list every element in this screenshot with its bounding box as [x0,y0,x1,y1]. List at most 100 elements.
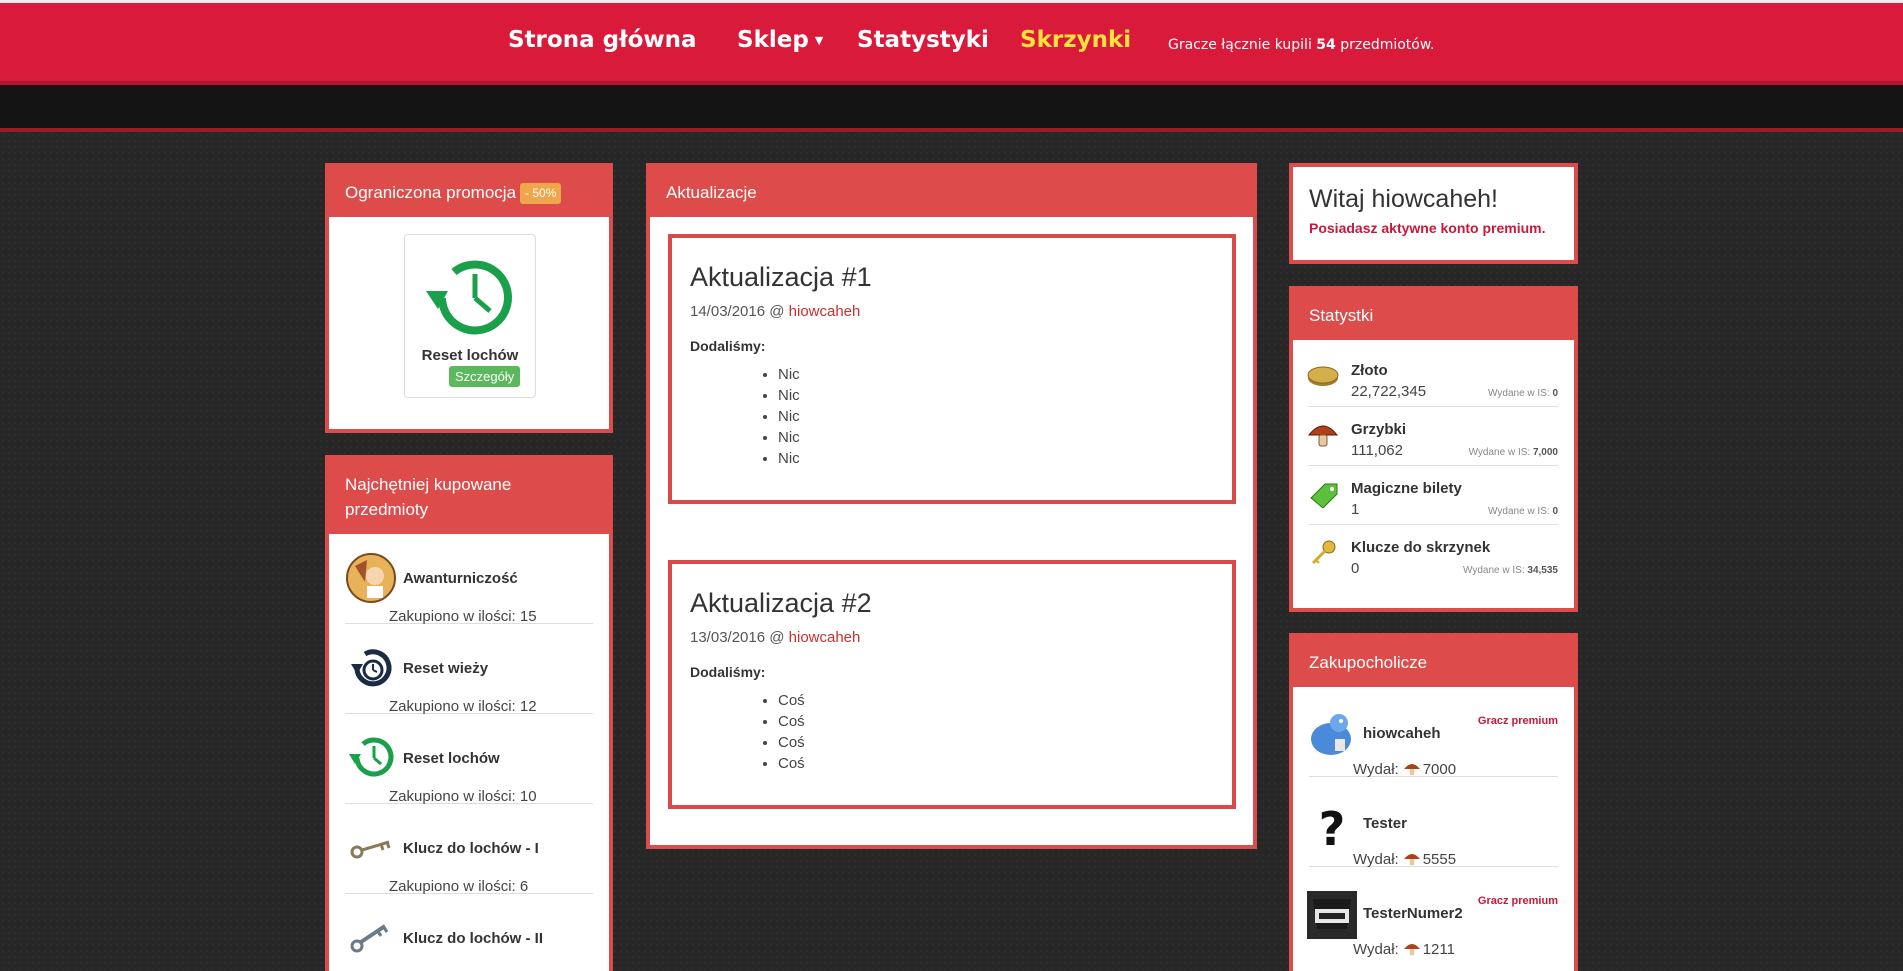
key-icon [350,840,391,859]
promo-title: Ograniczona promocja [345,183,517,202]
update-title: Aktualizacja #1 [690,262,872,292]
list-item[interactable]: Awanturniczość Zakupiono w ilości: 15 [345,534,593,625]
stat-value: 0 [1351,560,1360,577]
update-item: Coś [778,711,1214,732]
premium-badge: Gracz premium [1477,715,1558,727]
promo-panel: Ograniczona promocja - 50% Reset lochów S… [325,163,613,433]
stat-spent-label: Wydane w IS: [1488,506,1550,517]
list-item[interactable]: Reset lochów Zakupiono w ilości: 10 [345,714,593,805]
item-name: Reset lochów [403,750,500,767]
buyer-spent-value: 7000 [1422,761,1457,778]
buyer-spent: Wydał: 1211 [1353,941,1455,958]
update-items: Nic Nic Nic Nic Nic [778,364,1214,469]
mushroom-icon [1403,943,1420,956]
welcome-panel: Witaj hiowcaheh! Posiadasz aktywne konto… [1289,163,1578,264]
premium-status: Posiadasz aktywne konto premium. [1309,220,1546,236]
buyer-spent: Wydał: 7000 [1353,761,1456,778]
item-quantity: Zakupiono w ilości: 12 [389,698,537,715]
nav-stats[interactable]: Statystyki [857,27,989,53]
stats-list: Złoto 22,722,345 Wydane w IS: 0 Grzybki … [1293,340,1574,584]
welcome-title: Witaj hiowcaheh! [1309,185,1498,213]
premium-badge: Gracz premium [1477,895,1558,907]
update-lead: Dodaliśmy: [690,338,766,354]
update-date: 14/03/2016 @ [690,303,785,320]
purchase-count: 54 [1316,37,1336,53]
stat-spent-label: Wydane w IS: [1488,388,1550,399]
stat-spent-label: Wydane w IS: [1468,447,1531,458]
author-link[interactable]: hiowcaheh [789,629,861,646]
update-item: Nic [778,427,1214,448]
buyer-row[interactable]: ? Tester Wydał: 5555 [1309,777,1558,868]
stat-spent: Wydane w IS: 0 [1488,506,1558,517]
key-icon [350,924,389,953]
ticket-icon [1310,483,1338,508]
promo-item-card[interactable]: Reset lochów Szczegóły [404,234,536,398]
promo-header: Ograniczona promocja - 50% [329,167,609,217]
adventurer-icon [346,553,396,603]
list-item[interactable]: Klucz do lochów - I Zakupiono w ilości: … [345,804,593,895]
buyer-spent-value: 1211 [1422,941,1455,958]
item-quantity: Zakupiono w ilości: 10 [389,788,537,805]
stat-name: Klucze do skrzynek [1351,539,1491,556]
header-banner [0,85,1903,132]
sheriff-avatar [1307,891,1357,939]
mushroom-icon [1403,853,1420,866]
stat-name: Magiczne bilety [1351,480,1462,497]
stat-row: Grzybki 111,062 Wydane w IS: 7,000 [1307,407,1558,466]
mushroom-icon [1403,763,1420,776]
update-items: Coś Coś Coś Coś [778,690,1214,774]
stat-value: 1 [1351,501,1360,518]
stat-spent-label: Wydane w IS: [1463,565,1525,576]
purchase-text-before: Gracze łącznie kupili [1168,37,1312,53]
update-item: Nic [778,385,1214,406]
buyer-name[interactable]: Tester [1363,815,1407,832]
update-post: Aktualizacja #1 14/03/2016 @ hiowcaheh D… [668,234,1236,504]
buyer-row[interactable]: TesterNumer2 Gracz premium Wydał: 1211 [1307,867,1558,958]
list-item[interactable]: Reset wieży Zakupiono w ilości: 12 [345,624,593,715]
nav-crates[interactable]: Skrzynki [1020,27,1131,53]
buyer-row[interactable]: hiowcaheh Gracz premium Wydał: 7000 [1309,687,1558,778]
nav-shop[interactable]: Sklep ▼ [737,27,823,53]
top-navbar: Strona główna Sklep ▼ Statystyki Skrzynki… [0,0,1903,85]
stat-spent-value: 7,000 [1532,447,1558,458]
stat-name: Złoto [1351,362,1388,379]
top-items-header: Najchętniej kupowane przedmioty [329,459,609,534]
nav-shop-label: Sklep [737,27,809,53]
update-item: Nic [778,448,1214,469]
update-item: Nic [778,406,1214,427]
stat-spent: Wydane w IS: 7,000 [1469,447,1558,458]
svg-text:?: ? [1319,802,1346,851]
author-link[interactable]: hiowcaheh [789,303,861,320]
stat-spent: Wydane w IS: 0 [1488,388,1558,399]
item-quantity: Zakupiono w ilości: 15 [389,608,537,625]
stats-header: Statystki [1293,290,1574,340]
item-name: Reset wieży [403,660,489,677]
update-meta: 13/03/2016 @ hiowcaheh [690,629,1214,646]
update-item: Coś [778,690,1214,711]
buyer-name[interactable]: hiowcaheh [1363,725,1441,742]
list-item[interactable]: Klucz do lochów - II [345,894,593,971]
stat-value: 111,062 [1351,442,1403,459]
update-lead: Dodaliśmy: [690,664,766,680]
stats-panel: Statystki Złoto 22,722,345 Wydane w IS: … [1289,286,1578,612]
discount-badge: - 50% [520,183,562,204]
gold-coin-icon [1307,366,1339,386]
chevron-down-icon: ▼ [814,34,824,47]
details-button[interactable]: Szczegóły [449,366,521,387]
item-quantity: Zakupiono w ilości: 6 [389,878,529,895]
buyer-spent-label: Wydał: [1353,761,1399,778]
buyer-spent-value: 5555 [1422,851,1457,868]
purchase-text-after: przedmiotów. [1340,37,1435,53]
nav-home[interactable]: Strona główna [508,27,697,53]
update-post: Aktualizacja #2 13/03/2016 @ hiowcaheh D… [668,560,1236,809]
stat-value: 22,722,345 [1351,383,1427,400]
clock-reset-icon [349,737,394,777]
purchase-counter: Gracze łącznie kupili 54 przedmiotów. [1168,37,1434,53]
stat-spent-value: 34,535 [1527,565,1558,576]
buyer-name[interactable]: TesterNumer2 [1363,905,1463,922]
buyers-header: Zakupocholicze [1293,637,1574,687]
update-title: Aktualizacja #2 [690,588,872,618]
top-items-panel: Najchętniej kupowane przedmioty Awanturn… [325,455,613,971]
question-mark-avatar: ? [1319,802,1346,851]
mushroom-icon [1307,425,1339,447]
